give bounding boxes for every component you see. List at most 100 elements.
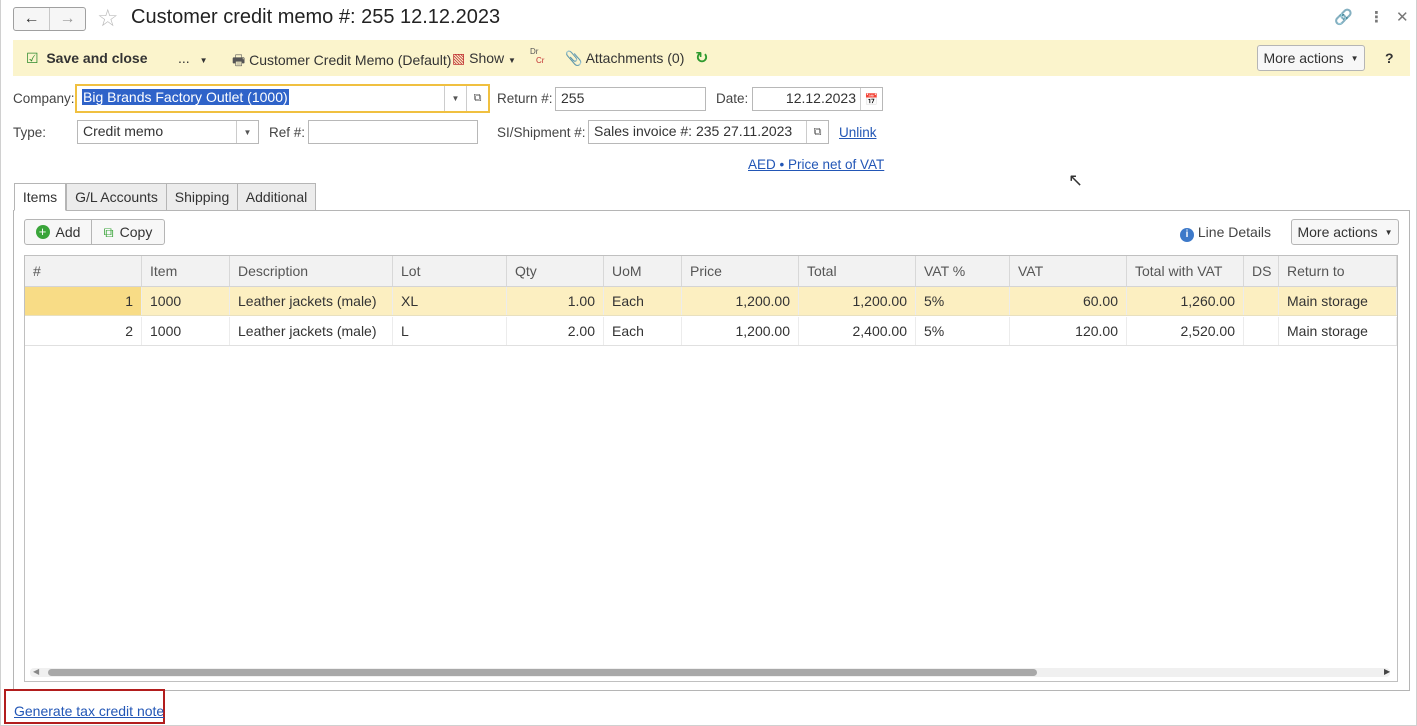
generate-tax-credit-note-link[interactable]: Generate tax credit note <box>14 703 164 719</box>
qty-cell[interactable]: 2.00 <box>507 317 604 345</box>
lot-cell[interactable]: L <box>393 317 507 345</box>
currency-price-link[interactable]: AED • Price net of VAT <box>748 157 884 172</box>
back-arrow-icon[interactable]: ← <box>14 8 49 30</box>
add-button[interactable]: + Add <box>24 219 92 245</box>
total-cell[interactable]: 2,400.00 <box>799 317 916 345</box>
uom-cell[interactable]: Each <box>604 287 682 315</box>
ref-field[interactable] <box>308 120 478 144</box>
scroll-right-icon[interactable]: ▶ <box>1384 667 1390 676</box>
favorite-star-icon[interactable]: ☆ <box>97 4 119 33</box>
ds-cell[interactable] <box>1244 287 1279 315</box>
column-header[interactable]: VAT % <box>916 256 1010 286</box>
total-with-vat-cell[interactable]: 1,260.00 <box>1127 287 1244 315</box>
dropdown-arrow-icon: ▼ <box>1350 53 1359 63</box>
return-label: Return #: <box>497 91 553 106</box>
date-field[interactable]: 12.12.2023 📅 <box>752 87 883 111</box>
vat-percent-cell[interactable]: 5% <box>916 287 1010 315</box>
column-header[interactable]: Item <box>142 256 230 286</box>
tab-gl-accounts[interactable]: G/L Accounts <box>66 183 167 211</box>
table-row[interactable]: 1 1000 Leather jackets (male) XL 1.00 Ea… <box>25 287 1397 316</box>
column-header[interactable]: Total <box>799 256 916 286</box>
window-title: Customer credit memo #: 255 12.12.2023 <box>131 6 501 28</box>
refresh-icon[interactable]: ↻ <box>695 48 708 68</box>
column-header[interactable]: Qty <box>507 256 604 286</box>
lot-cell[interactable]: XL <box>393 287 507 315</box>
column-header[interactable]: Return to <box>1279 256 1397 286</box>
mouse-cursor-icon: ↖ <box>1068 170 1084 190</box>
link-icon[interactable]: 🔗 <box>1334 8 1353 26</box>
total-cell[interactable]: 1,200.00 <box>799 287 916 315</box>
column-header[interactable]: Price <box>682 256 799 286</box>
price-cell[interactable]: 1,200.00 <box>682 317 799 345</box>
vat-percent-cell[interactable]: 5% <box>916 317 1010 345</box>
return-number-field[interactable]: 255 <box>555 87 706 111</box>
qty-cell[interactable]: 1.00 <box>507 287 604 315</box>
calendar-icon[interactable]: 📅 <box>860 88 882 110</box>
ref-label: Ref #: <box>269 125 306 140</box>
chevron-down-icon[interactable]: ▼ <box>236 121 258 143</box>
column-header[interactable]: DS <box>1244 256 1279 286</box>
price-cell[interactable]: 1,200.00 <box>682 287 799 315</box>
si-shipment-field[interactable]: Sales invoice #: 235 27.11.2023 ⧉ <box>588 120 829 144</box>
command-bar <box>13 40 1410 76</box>
uom-cell[interactable]: Each <box>604 317 682 345</box>
plus-circle-icon: + <box>35 225 50 239</box>
description-cell[interactable]: Leather jackets (male) <box>230 317 393 345</box>
item-cell[interactable]: 1000 <box>142 287 230 315</box>
column-header[interactable]: VAT <box>1010 256 1127 286</box>
dropdown-arrow-icon: ▼ <box>1384 227 1393 237</box>
return-to-cell[interactable]: Main storage <box>1279 287 1397 315</box>
dr-cr-icon[interactable]: Dr Cr <box>530 47 544 65</box>
more-vertical-icon[interactable]: ⋮ <box>1369 8 1384 26</box>
forward-arrow-icon[interactable]: → <box>49 8 85 30</box>
printer-icon: 🖶 <box>232 52 246 68</box>
ds-cell[interactable] <box>1244 317 1279 345</box>
chevron-down-icon[interactable]: ▼ <box>444 86 466 111</box>
tab-additional[interactable]: Additional <box>237 183 316 211</box>
scroll-left-icon[interactable]: ◀ <box>33 667 39 676</box>
description-cell[interactable]: Leather jackets (male) <box>230 287 393 315</box>
items-table: # Item Description Lot Qty UoM Price Tot… <box>24 255 1398 682</box>
vat-cell[interactable]: 120.00 <box>1010 317 1127 345</box>
item-cell[interactable]: 1000 <box>142 317 230 345</box>
unlink-link[interactable]: Unlink <box>839 125 877 140</box>
total-with-vat-cell[interactable]: 2,520.00 <box>1127 317 1244 345</box>
paperclip-icon: 📎 <box>565 50 583 66</box>
print-button[interactable]: 🖶 Customer Credit Memo (Default) <box>232 50 451 74</box>
items-more-actions-button[interactable]: More actions ▼ <box>1291 219 1399 245</box>
show-button[interactable]: ▧ Show ▼ <box>452 50 516 67</box>
more-commands-button[interactable]: ... ▼ <box>178 50 207 66</box>
company-field[interactable]: Big Brands Factory Outlet (1000) ▼ ⧉ <box>75 84 490 113</box>
copy-button[interactable]: ⧉ Copy <box>91 219 165 245</box>
save-check-icon: ☑ <box>26 50 39 66</box>
row-number: 1 <box>25 287 142 315</box>
tab-shipping[interactable]: Shipping <box>166 183 238 211</box>
save-close-button[interactable]: ☑ Save and close <box>26 50 148 67</box>
nav-buttons: ← → <box>13 7 86 31</box>
more-actions-button[interactable]: More actions ▼ <box>1257 45 1365 71</box>
column-header[interactable]: UoM <box>604 256 682 286</box>
company-label: Company: <box>13 91 75 106</box>
column-header[interactable]: # <box>25 256 142 286</box>
column-header[interactable]: Description <box>230 256 393 286</box>
line-details-button[interactable]: i Line Details <box>1180 224 1271 242</box>
open-icon[interactable]: ⧉ <box>466 86 488 111</box>
row-number: 2 <box>25 317 142 345</box>
si-shipment-label: SI/Shipment #: <box>497 125 586 140</box>
type-field[interactable]: Credit memo ▼ <box>77 120 259 144</box>
report-icon: ▧ <box>452 50 466 66</box>
type-label: Type: <box>13 125 47 140</box>
help-button[interactable]: ? <box>1385 50 1394 66</box>
column-header[interactable]: Lot <box>393 256 507 286</box>
table-header: # Item Description Lot Qty UoM Price Tot… <box>25 256 1397 287</box>
vat-cell[interactable]: 60.00 <box>1010 287 1127 315</box>
attachments-button[interactable]: 📎 Attachments (0) <box>565 50 684 67</box>
close-icon[interactable]: ✕ <box>1396 8 1409 26</box>
open-icon[interactable]: ⧉ <box>806 121 828 143</box>
column-header[interactable]: Total with VAT <box>1127 256 1244 286</box>
return-to-cell[interactable]: Main storage <box>1279 317 1397 345</box>
horizontal-scrollbar-thumb[interactable] <box>48 669 1037 676</box>
table-row[interactable]: 2 1000 Leather jackets (male) L 2.00 Eac… <box>25 317 1397 346</box>
tab-items[interactable]: Items <box>14 183 66 211</box>
info-icon: i <box>1180 228 1194 242</box>
